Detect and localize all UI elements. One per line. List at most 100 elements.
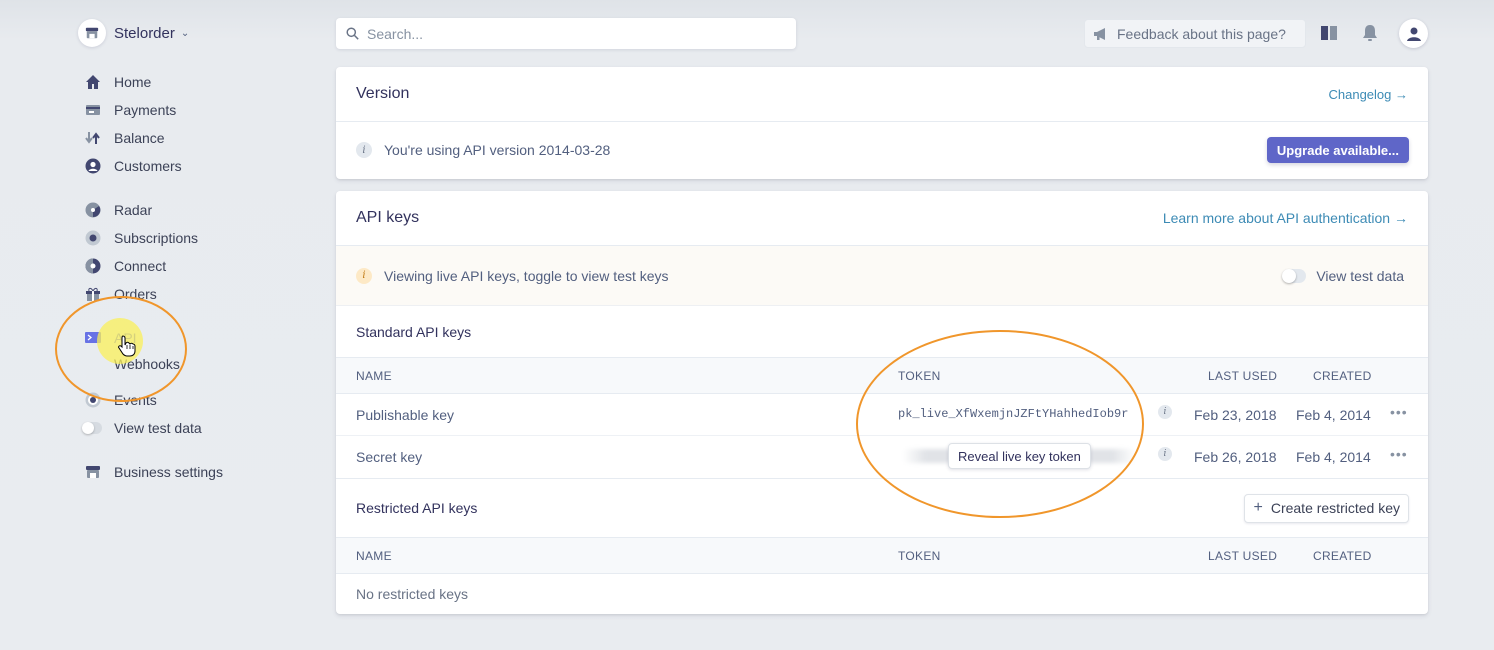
store-icon <box>84 463 102 481</box>
col-created: CREATED <box>1313 369 1372 383</box>
balance-icon <box>84 129 102 147</box>
home-icon <box>84 73 102 91</box>
feedback-button[interactable]: Feedback about this page? <box>1084 19 1306 48</box>
sidebar-item-payments[interactable]: Payments <box>78 96 308 124</box>
account-switcher[interactable]: Stelorder ⌄ <box>78 18 308 48</box>
chevron-down-icon: ⌄ <box>180 27 190 39</box>
col-token: TOKEN <box>898 369 941 383</box>
sidebar-item-webhooks[interactable]: Webhooks <box>78 352 308 376</box>
sidebar-item-label: Orders <box>114 286 157 302</box>
payments-icon <box>84 101 102 119</box>
create-restricted-key-button[interactable]: + Create restricted key <box>1244 493 1409 523</box>
key-created: Feb 4, 2014 <box>1296 449 1371 465</box>
test-data-switch[interactable] <box>82 422 102 434</box>
api-keys-card: API keys Learn more about API authentica… <box>336 191 1428 614</box>
search-icon <box>346 27 359 40</box>
sidebar: Stelorder ⌄ Home Payments Balance Custom… <box>78 18 308 486</box>
toggle-switch[interactable] <box>1282 268 1307 283</box>
sidebar-view-test-data-toggle[interactable]: View test data <box>78 414 308 442</box>
sidebar-item-label: View test data <box>114 420 202 436</box>
events-icon <box>84 391 102 409</box>
live-keys-banner: i Viewing live API keys, toggle to view … <box>336 246 1428 306</box>
reveal-live-key-button[interactable]: Reveal live key token <box>948 443 1091 469</box>
api-keys-header: API keys Learn more about API authentica… <box>336 191 1428 246</box>
banner-text: Viewing live API keys, toggle to view te… <box>384 267 669 284</box>
toggle-label: View test data <box>1316 267 1404 284</box>
restricted-keys-section: Restricted API keys + Create restricted … <box>336 478 1428 538</box>
search-bar[interactable] <box>336 18 796 49</box>
restricted-keys-table-header: NAME TOKEN LAST USED CREATED <box>336 538 1428 574</box>
key-last-used: Feb 26, 2018 <box>1194 449 1277 465</box>
key-last-used: Feb 23, 2018 <box>1194 407 1277 423</box>
no-restricted-keys: No restricted keys <box>356 586 469 602</box>
sidebar-item-label: Radar <box>114 202 153 218</box>
version-header: Version Changelog → <box>336 67 1428 122</box>
col-token: TOKEN <box>898 549 941 563</box>
docs-book-icon[interactable] <box>1319 23 1339 43</box>
version-info: i You're using API version 2014-03-28 <box>356 142 610 158</box>
store-icon <box>78 19 106 47</box>
avatar[interactable] <box>1399 19 1428 48</box>
api-keys-title: API keys <box>356 209 420 226</box>
table-row-secret-key: Secret key Reveal live key token i Feb 2… <box>336 436 1428 478</box>
version-card: Version Changelog → i You're using API v… <box>336 67 1428 179</box>
megaphone-icon <box>1094 27 1105 40</box>
sidebar-item-api[interactable]: API <box>78 324 308 352</box>
sidebar-item-label: Balance <box>114 130 165 146</box>
orders-icon <box>84 285 102 303</box>
sidebar-item-balance[interactable]: Balance <box>78 124 308 152</box>
sidebar-item-label: Business settings <box>114 464 223 480</box>
sidebar-item-label: Webhooks <box>114 356 180 372</box>
banner-message: i Viewing live API keys, toggle to view … <box>356 267 669 284</box>
info-icon: i <box>356 142 372 158</box>
col-name: NAME <box>356 549 392 563</box>
col-name: NAME <box>356 369 392 383</box>
account-name: Stelorder <box>114 24 175 42</box>
api-auth-link[interactable]: Learn more about API authentication → <box>1163 210 1408 226</box>
search-input[interactable] <box>367 25 767 42</box>
create-restricted-key-label: Create restricted key <box>1270 500 1400 516</box>
sidebar-item-label: Subscriptions <box>114 230 199 246</box>
customers-icon <box>84 157 102 175</box>
sidebar-item-orders[interactable]: Orders <box>78 280 308 308</box>
key-name: Publishable key <box>356 407 455 423</box>
more-options-icon[interactable]: ••• <box>1390 446 1408 462</box>
version-title: Version <box>356 85 410 102</box>
info-icon[interactable]: i <box>1158 447 1172 461</box>
more-options-icon[interactable]: ••• <box>1390 404 1408 420</box>
radar-icon <box>84 201 102 219</box>
changelog-link[interactable]: Changelog → <box>1329 87 1409 102</box>
upgrade-button[interactable]: Upgrade available... <box>1266 137 1409 163</box>
view-test-data-toggle[interactable]: View test data <box>1282 268 1404 284</box>
terminal-icon <box>84 329 102 347</box>
version-row: i You're using API version 2014-03-28 Up… <box>336 122 1428 178</box>
table-row-publishable-key: Publishable key pk_live_XfWxemjnJZFtYHah… <box>336 394 1428 436</box>
subscriptions-icon <box>84 229 102 247</box>
sidebar-item-label: Connect <box>114 258 167 274</box>
standard-keys-label: Standard API keys <box>336 306 1428 358</box>
version-message: You're using API version 2014-03-28 <box>384 142 611 158</box>
sidebar-item-business-settings[interactable]: Business settings <box>78 458 308 486</box>
sidebar-item-radar[interactable]: Radar <box>78 196 308 224</box>
sidebar-item-label: Home <box>114 74 152 90</box>
col-last-used: LAST USED <box>1208 369 1278 383</box>
sidebar-item-label: Events <box>114 392 157 408</box>
sidebar-item-customers[interactable]: Customers <box>78 152 308 180</box>
sidebar-item-events[interactable]: Events <box>78 386 308 414</box>
sidebar-item-label: Payments <box>114 102 177 118</box>
user-icon <box>1406 27 1421 41</box>
sidebar-item-label: Customers <box>114 158 182 174</box>
feedback-label: Feedback about this page? <box>1117 25 1286 42</box>
warning-info-icon: i <box>356 267 372 284</box>
col-created: CREATED <box>1313 549 1372 563</box>
plus-icon: + <box>1253 499 1263 516</box>
sidebar-item-home[interactable]: Home <box>78 68 308 96</box>
sidebar-item-connect[interactable]: Connect <box>78 252 308 280</box>
key-token[interactable]: pk_live_XfWxemjnJZFtYHahhedIob9r <box>898 407 1128 421</box>
bell-icon[interactable] <box>1360 23 1380 43</box>
col-last-used: LAST USED <box>1208 549 1278 563</box>
key-created: Feb 4, 2014 <box>1296 407 1371 423</box>
key-name: Secret key <box>356 449 423 465</box>
sidebar-item-subscriptions[interactable]: Subscriptions <box>78 224 308 252</box>
info-icon[interactable]: i <box>1158 405 1172 419</box>
